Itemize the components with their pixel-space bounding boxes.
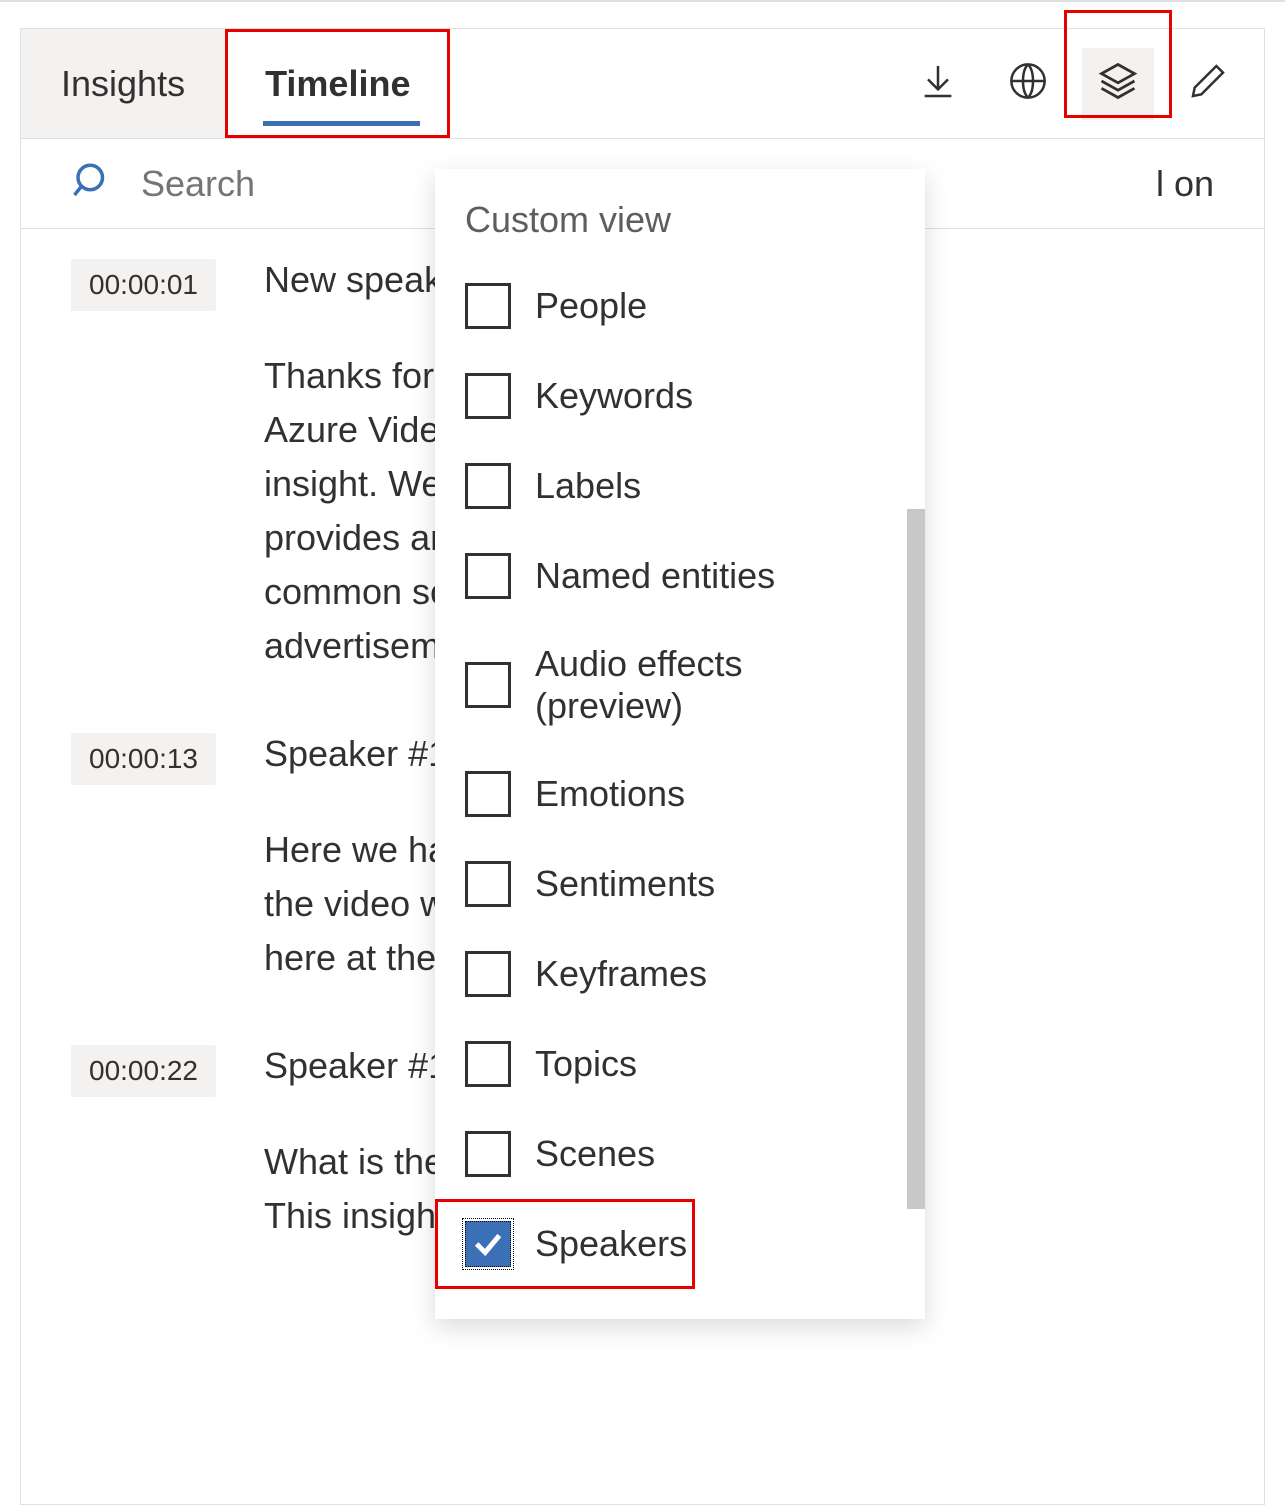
checkbox[interactable] <box>465 283 511 329</box>
tabs-bar: Insights Timeline <box>21 29 1264 139</box>
edit-button[interactable] <box>1172 48 1244 120</box>
checkbox[interactable] <box>465 373 511 419</box>
timestamp: 00:00:13 <box>71 733 216 785</box>
dropdown-label: Audio effects (preview) <box>535 643 895 727</box>
checkbox[interactable] <box>465 1041 511 1087</box>
checkbox[interactable] <box>465 1221 511 1267</box>
search-icon <box>71 160 113 207</box>
checkbox[interactable] <box>465 861 511 907</box>
dropdown-item-labels[interactable]: Labels <box>435 441 925 531</box>
dropdown-label: Topics <box>535 1043 637 1085</box>
dropdown-label: Speakers <box>535 1223 687 1265</box>
dropdown-label: Keyframes <box>535 953 707 995</box>
search-right-text: l on <box>1156 163 1214 205</box>
dropdown-item-named-entities[interactable]: Named entities <box>435 531 925 621</box>
dropdown-item-keywords[interactable]: Keywords <box>435 351 925 441</box>
timeline-panel: Insights Timeline <box>20 28 1265 1505</box>
dropdown-label: People <box>535 285 647 327</box>
dropdown-item-audio-effects[interactable]: Audio effects (preview) <box>435 621 925 749</box>
custom-view-dropdown: Custom view People Keywords Labels Named… <box>435 169 925 1319</box>
layers-icon <box>1096 59 1140 108</box>
dropdown-item-keyframes[interactable]: Keyframes <box>435 929 925 1019</box>
dropdown-label: Emotions <box>535 773 685 815</box>
timestamp: 00:00:01 <box>71 259 216 311</box>
dropdown-item-speakers[interactable]: Speakers <box>435 1199 695 1289</box>
checkbox[interactable] <box>465 1131 511 1177</box>
dropdown-item-topics[interactable]: Topics <box>435 1019 925 1109</box>
custom-view-button[interactable] <box>1082 48 1154 120</box>
tab-insights[interactable]: Insights <box>21 29 225 138</box>
pencil-icon <box>1188 61 1228 106</box>
dropdown-item-emotions[interactable]: Emotions <box>435 749 925 839</box>
dropdown-label: Named entities <box>535 555 775 597</box>
scrollbar[interactable] <box>907 509 925 1209</box>
checkbox[interactable] <box>465 553 511 599</box>
timestamp: 00:00:22 <box>71 1045 216 1097</box>
dropdown-label: Scenes <box>535 1133 655 1175</box>
dropdown-item-people[interactable]: People <box>435 261 925 351</box>
tab-insights-label: Insights <box>61 63 185 105</box>
dropdown-title: Custom view <box>435 199 925 261</box>
download-button[interactable] <box>902 48 974 120</box>
dropdown-item-sentiments[interactable]: Sentiments <box>435 839 925 929</box>
checkbox[interactable] <box>465 771 511 817</box>
dropdown-label: Keywords <box>535 375 693 417</box>
dropdown-item-scenes[interactable]: Scenes <box>435 1109 925 1199</box>
dropdown-label: Sentiments <box>535 863 715 905</box>
checkbox[interactable] <box>465 951 511 997</box>
checkbox[interactable] <box>465 463 511 509</box>
download-icon <box>918 61 958 106</box>
tab-timeline[interactable]: Timeline <box>225 29 450 138</box>
tab-timeline-label: Timeline <box>265 63 410 105</box>
dropdown-label: Labels <box>535 465 641 507</box>
checkbox[interactable] <box>465 662 511 708</box>
language-button[interactable] <box>992 48 1064 120</box>
globe-icon <box>1008 61 1048 106</box>
